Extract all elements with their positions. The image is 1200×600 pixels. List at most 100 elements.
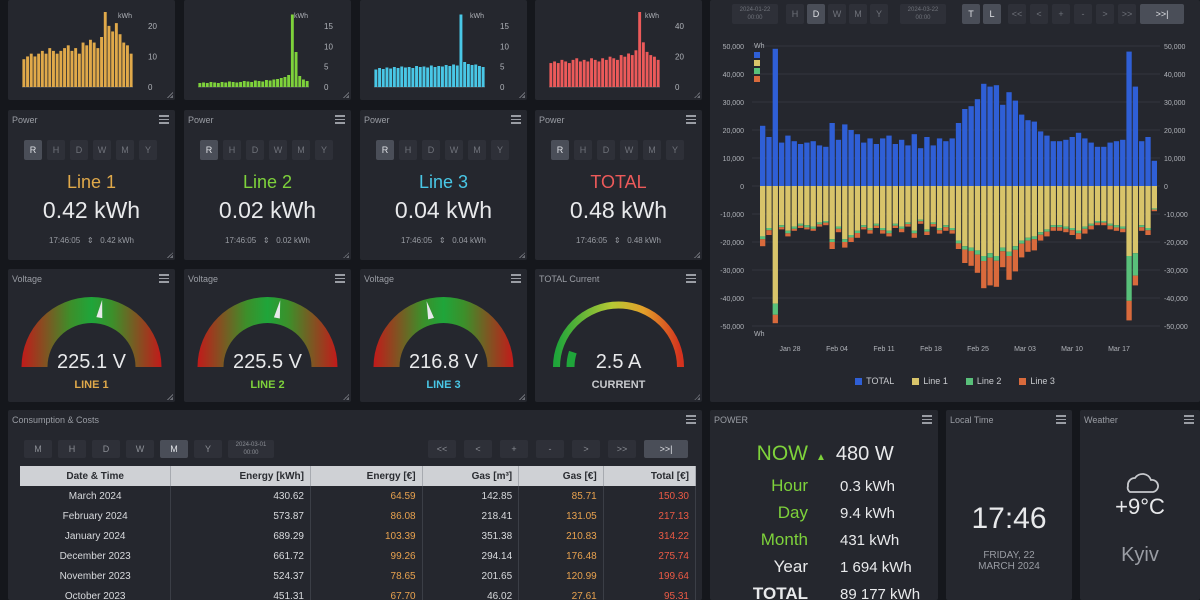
range-button-w[interactable]: W — [126, 440, 154, 458]
range-button-y[interactable]: Y — [139, 140, 157, 160]
nav-prev-button[interactable]: < — [464, 440, 492, 458]
resize-handle[interactable] — [694, 92, 700, 98]
range-button-h[interactable]: H — [574, 140, 592, 160]
y-tick-label: -50,000 — [720, 324, 744, 331]
range-button-y[interactable]: Y — [666, 140, 684, 160]
range-button-m[interactable]: M — [116, 140, 134, 160]
range-button-m[interactable]: M — [468, 140, 486, 160]
bar-total — [905, 145, 911, 186]
nav-now-button[interactable]: >>| — [644, 440, 688, 458]
bar-line1 — [1069, 186, 1075, 228]
bar-line1 — [1006, 186, 1012, 252]
resize-handle[interactable] — [343, 252, 349, 258]
column-header[interactable]: Date & Time — [20, 466, 172, 486]
menu-icon[interactable] — [1184, 415, 1194, 424]
legend-item-line3[interactable]: Line 3 — [1019, 376, 1055, 386]
column-header[interactable]: Energy [kWh] — [170, 466, 311, 486]
bar-line3 — [1139, 227, 1145, 231]
table-row[interactable]: October 2023 451.31 67.70 46.02 27.61 95… — [20, 586, 697, 600]
zoom-in-button[interactable]: + — [500, 440, 528, 458]
table-row[interactable]: February 2024 573.87 86.08 218.41 131.05… — [20, 506, 697, 526]
resize-handle[interactable] — [519, 252, 525, 258]
menu-icon[interactable] — [1056, 415, 1066, 424]
bar-line1 — [772, 186, 778, 304]
range-button-r[interactable]: R — [551, 140, 569, 160]
table-row[interactable]: December 2023 661.72 99.26 294.14 176.48… — [20, 546, 697, 566]
mini-bar — [604, 59, 608, 87]
resize-handle[interactable] — [167, 394, 173, 400]
cell-energy-cost: 78.65 — [310, 566, 423, 586]
bar-line3 — [816, 224, 823, 227]
menu-icon[interactable] — [159, 115, 169, 124]
column-header[interactable]: Total [€] — [603, 466, 697, 486]
bar-line2 — [1069, 228, 1075, 231]
range-button-r[interactable]: R — [200, 140, 218, 160]
row-value: 0.3 kWh — [840, 478, 896, 495]
bar-line1 — [861, 186, 867, 226]
resize-handle[interactable] — [519, 394, 525, 400]
range-button-y[interactable]: Y — [491, 140, 509, 160]
menu-icon[interactable] — [335, 115, 345, 124]
table-row[interactable]: November 2023 524.37 78.65 201.65 120.99… — [20, 566, 697, 586]
range-button-w[interactable]: W — [93, 140, 111, 160]
range-button-r[interactable]: R — [24, 140, 42, 160]
menu-icon[interactable] — [686, 415, 696, 424]
resize-handle[interactable] — [694, 394, 700, 400]
menu-icon[interactable] — [686, 115, 696, 124]
nav-first-button[interactable]: << — [428, 440, 456, 458]
nav-next-button[interactable]: > — [572, 440, 600, 458]
range-button-m[interactable]: M — [160, 440, 188, 458]
range-button-h[interactable]: H — [399, 140, 417, 160]
zoom-out-button[interactable]: - — [536, 440, 564, 458]
bar-line1 — [886, 186, 892, 231]
range-button-y[interactable]: Y — [194, 440, 222, 458]
tick-label: 15 — [500, 22, 509, 31]
range-button-w[interactable]: W — [445, 140, 463, 160]
mini-bar — [81, 42, 85, 87]
legend-item-line2[interactable]: Line 2 — [965, 376, 1001, 386]
range-button-m[interactable]: M — [292, 140, 310, 160]
row-label: Year — [773, 557, 808, 576]
table-row[interactable]: March 2024 430.62 64.59 142.85 85.71 150… — [20, 486, 697, 506]
legend-item-line1[interactable]: Line 1 — [912, 376, 948, 386]
range-button-h[interactable]: H — [223, 140, 241, 160]
range-button-d[interactable]: D — [92, 440, 120, 458]
table-row[interactable]: January 2024 689.29 103.39 351.38 210.83… — [20, 526, 697, 546]
range-button-r[interactable]: R — [376, 140, 394, 160]
column-header[interactable]: Gas [€] — [518, 466, 604, 486]
range-button-d[interactable]: D — [70, 140, 88, 160]
resize-handle[interactable] — [343, 394, 349, 400]
range-button-w[interactable]: W — [269, 140, 287, 160]
resize-handle[interactable] — [167, 252, 173, 258]
bar-line3 — [867, 230, 873, 234]
menu-icon[interactable] — [922, 415, 932, 424]
bar-line2 — [917, 219, 924, 222]
range-button-w[interactable]: W — [620, 140, 638, 160]
menu-icon[interactable] — [511, 115, 521, 124]
date-field[interactable]: 2024-03-01 00:00 — [228, 440, 274, 458]
resize-handle[interactable] — [343, 92, 349, 98]
resize-handle[interactable] — [694, 252, 700, 258]
range-button-m-min[interactable]: M — [24, 440, 52, 458]
y-tick-label: -40,000 — [720, 296, 744, 303]
weather-panel: Weather +9°C Kyiv — [1080, 410, 1200, 600]
range-button-m[interactable]: M — [643, 140, 661, 160]
resize-handle[interactable] — [167, 92, 173, 98]
y-tick-label-right: 50,000 — [1164, 44, 1186, 51]
range-button-d[interactable]: D — [597, 140, 615, 160]
bar-total — [1031, 121, 1037, 186]
bar-line1 — [1044, 186, 1050, 230]
resize-handle[interactable] — [519, 92, 525, 98]
nav-last-button[interactable]: >> — [608, 440, 636, 458]
range-button-y[interactable]: Y — [315, 140, 333, 160]
column-header[interactable]: Gas [m³] — [422, 466, 520, 486]
legend-item-total[interactable]: TOTAL — [855, 376, 894, 386]
mini-bar — [549, 63, 553, 87]
range-button-d[interactable]: D — [422, 140, 440, 160]
range-button-d[interactable]: D — [246, 140, 264, 160]
range-button-h[interactable]: H — [58, 440, 86, 458]
range-button-h[interactable]: H — [47, 140, 65, 160]
mini-bar — [575, 58, 579, 87]
bar-line1 — [981, 186, 987, 256]
column-header[interactable]: Energy [€] — [310, 466, 423, 486]
